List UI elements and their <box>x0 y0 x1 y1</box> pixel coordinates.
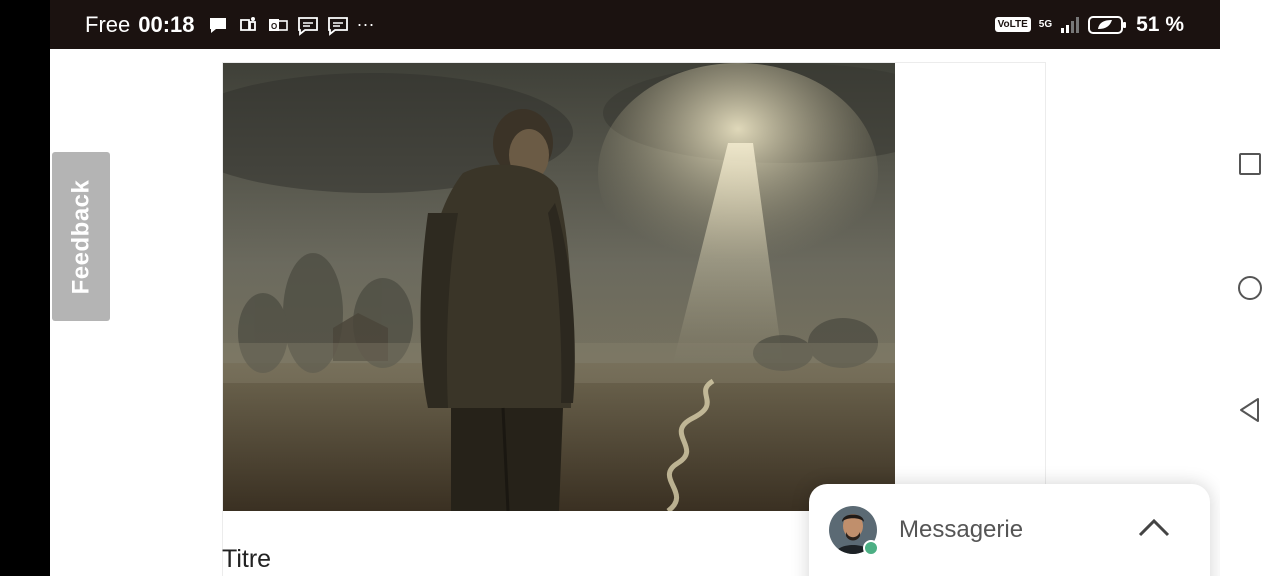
recent-apps-square-icon[interactable] <box>1236 150 1264 178</box>
battery-percent: 51 % <box>1136 12 1184 36</box>
hero-image <box>223 63 895 511</box>
navigation-bar <box>1220 0 1280 576</box>
status-left: Free 00:18 O ··· <box>50 12 375 38</box>
back-triangle-icon[interactable] <box>1236 396 1264 424</box>
status-bar: Free 00:18 O ··· VoLTE 5G 51 % <box>50 0 1220 49</box>
feedback-label: Feedback <box>67 179 94 294</box>
teams-icon <box>239 16 256 31</box>
status-right: VoLTE 5G 51 % <box>994 12 1220 37</box>
painting-man-in-field <box>223 63 895 511</box>
network-type: 5G <box>1038 18 1053 30</box>
carrier-name: Free <box>85 11 131 37</box>
chevron-up-icon[interactable] <box>1137 516 1171 538</box>
home-circle-icon[interactable] <box>1236 274 1264 302</box>
online-status-dot <box>863 540 879 556</box>
message-icon <box>297 16 318 36</box>
more-notifications-icon: ··· <box>356 14 375 34</box>
battery-icon <box>1088 15 1127 34</box>
feedback-button[interactable]: Feedback <box>52 152 110 321</box>
clock: 00:18 <box>138 11 195 37</box>
page-content: Titre Feedback Messagerie <box>50 49 1220 576</box>
agent-avatar <box>829 506 879 556</box>
message-icon <box>327 16 348 36</box>
chat-bubble-icon <box>209 17 226 33</box>
messaging-widget[interactable]: Messagerie <box>809 484 1210 576</box>
left-bezel <box>0 0 50 576</box>
svg-text:O: O <box>271 22 277 31</box>
messaging-label: Messagerie <box>899 516 1024 543</box>
volte-badge: VoLTE <box>994 17 1031 32</box>
signal-icon <box>1061 16 1080 33</box>
article-title: Titre <box>222 545 272 573</box>
outlook-icon: O <box>268 18 288 31</box>
